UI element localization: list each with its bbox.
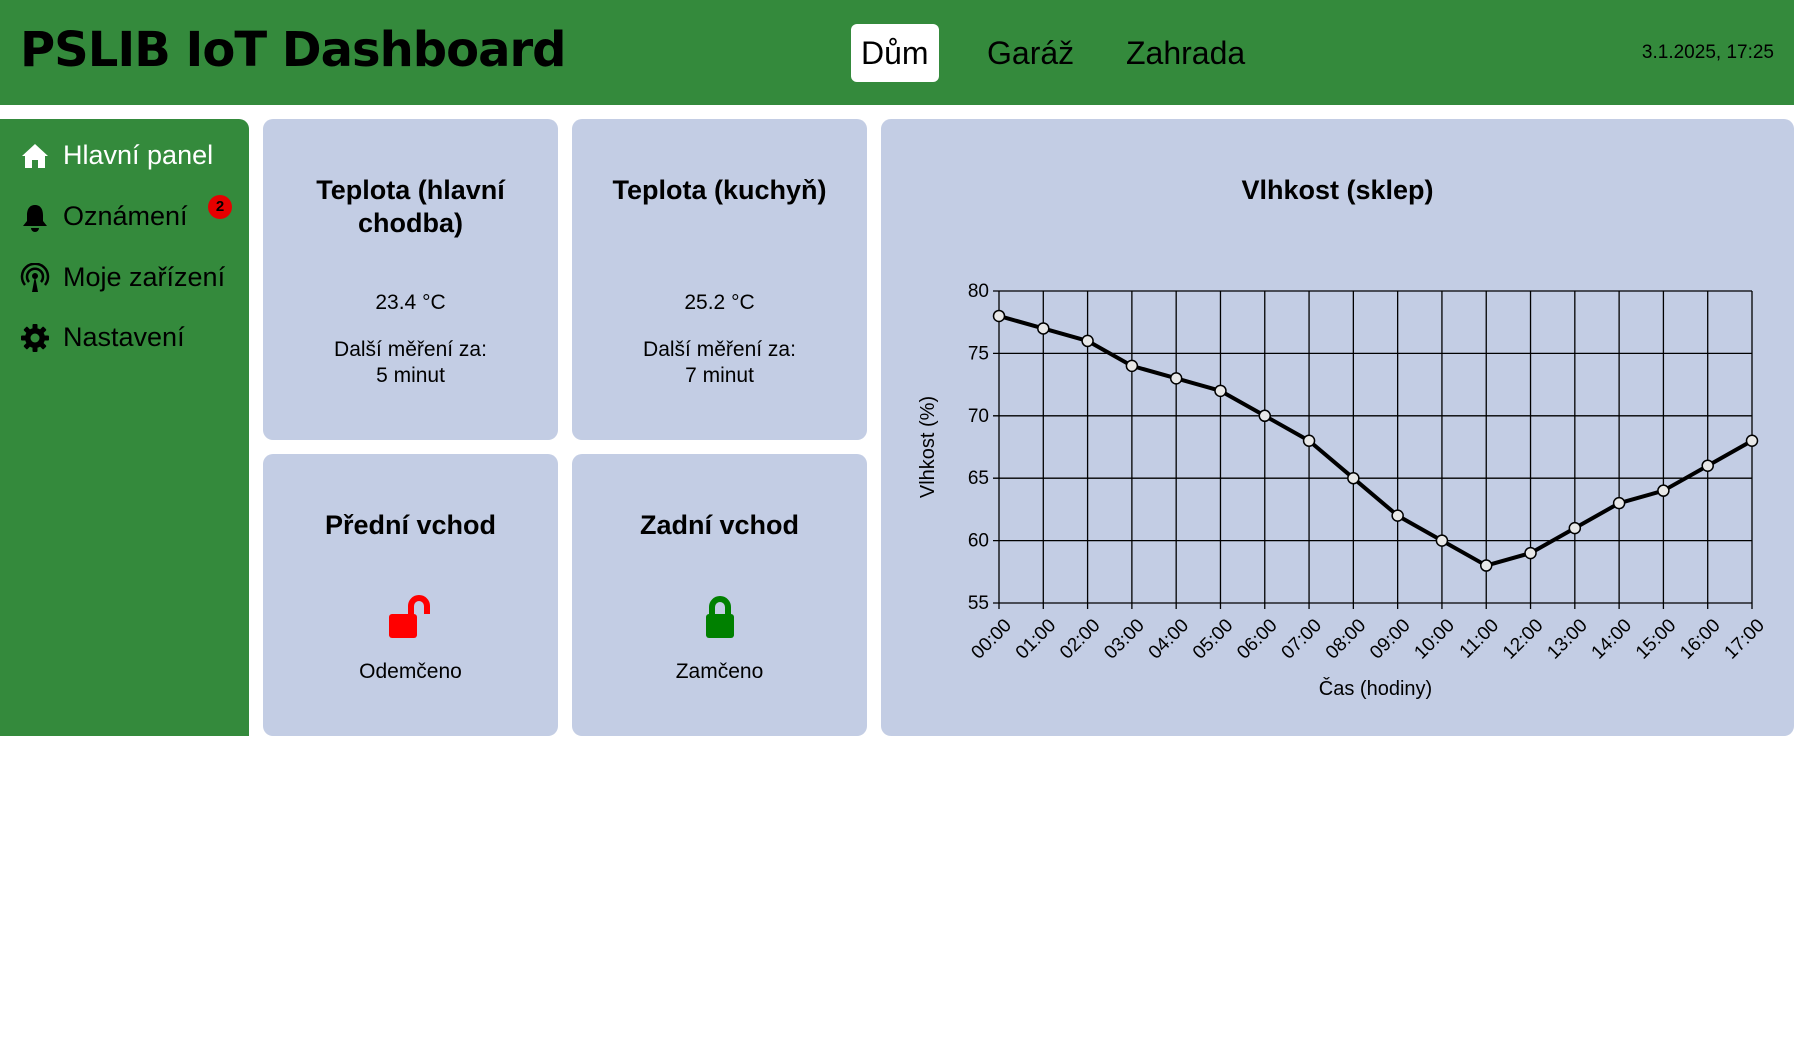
datetime-display: 3.1.2025, 17:25 — [1641, 42, 1774, 63]
door-status: Odemčeno — [359, 660, 462, 683]
x-tick-label: 07:00 — [1278, 615, 1326, 663]
sidebar-item-label: Oznámení — [63, 201, 188, 231]
data-point — [1169, 372, 1183, 385]
tab-garaz[interactable]: Garáž — [977, 24, 1084, 82]
tab-zahrada[interactable]: Zahrada — [1116, 24, 1255, 82]
card-title-line2: chodba) — [358, 208, 463, 238]
data-point — [1657, 484, 1670, 497]
x-axis-label: Čas (hodiny) — [1319, 677, 1432, 700]
x-tick-label: 16:00 — [1676, 615, 1724, 663]
next-measurement-label: Další měření za: — [643, 338, 796, 361]
card-title: Zadní vchod — [639, 510, 799, 540]
x-tick-label: 13:00 — [1543, 615, 1591, 663]
y-tick-label: 70 — [968, 406, 989, 427]
temperature-value: 23.4 °C — [375, 291, 446, 314]
data-point — [1258, 409, 1272, 423]
data-point — [1524, 546, 1537, 560]
data-point — [1479, 559, 1493, 572]
data-point — [1037, 322, 1050, 335]
x-tick-label: 11:00 — [1456, 615, 1503, 662]
data-point — [1081, 334, 1094, 348]
data-point — [1435, 534, 1449, 547]
data-point — [1125, 359, 1139, 373]
sidebar-item-moje-zarizeni[interactable]: Moje zařízení — [20, 258, 240, 298]
sidebar-item-label: Hlavní panel — [63, 140, 214, 170]
x-tick-label: 04:00 — [1145, 615, 1193, 663]
y-tick-label: 75 — [968, 343, 989, 364]
x-tick-label: 00:00 — [967, 615, 1015, 663]
y-tick-label: 60 — [968, 531, 989, 552]
antenna-icon — [20, 263, 50, 292]
card-back-door: Zadní vchod Zamčeno — [572, 454, 867, 736]
x-tick-label: 01:00 — [1012, 615, 1060, 663]
door-status: Zamčeno — [675, 660, 764, 683]
x-tick-label: 06:00 — [1233, 615, 1281, 663]
x-tick-label: 14:00 — [1588, 615, 1636, 663]
x-tick-label: 12:00 — [1499, 615, 1547, 663]
x-tick-label: 02:00 — [1056, 615, 1104, 663]
card-title: Teplota (kuchyň) — [612, 175, 827, 205]
app-title: PSLIB IoT Dashboard — [20, 22, 567, 78]
y-tick-label: 80 — [968, 281, 989, 302]
data-point — [1701, 459, 1714, 472]
data-point — [1568, 521, 1582, 535]
data-point — [1302, 434, 1316, 448]
card-humidity-chart: Vlhkost (sklep) 55 60 65 70 75 80 00:00 01:00 02… — [881, 119, 1794, 736]
x-tick-label: 15:00 — [1632, 615, 1680, 663]
lock-open-icon[interactable] — [387, 594, 435, 642]
lock-closed-icon[interactable] — [696, 594, 744, 642]
bell-icon — [23, 205, 47, 232]
data-point — [1391, 509, 1404, 522]
gear-icon — [21, 324, 49, 352]
next-measurement-value: 7 minut — [685, 364, 754, 387]
sidebar-item-label: Moje zařízení — [63, 262, 226, 292]
y-tick-label: 65 — [968, 468, 989, 489]
next-measurement-value: 5 minut — [376, 364, 445, 387]
x-tick-label: 05:00 — [1189, 615, 1237, 663]
x-tick-label: 10:00 — [1410, 615, 1458, 663]
data-point — [1612, 496, 1626, 510]
home-icon — [22, 144, 48, 168]
temperature-value: 25.2 °C — [684, 291, 755, 314]
next-measurement-label: Další měření za: — [334, 338, 487, 361]
humidity-line-chart: 55 60 65 70 75 80 00:0001:0002:0003:0004:0005:… — [917, 281, 1769, 700]
data-point — [1745, 434, 1759, 448]
notification-badge: 2 — [208, 195, 232, 219]
sidebar-item-oznameni[interactable]: Oznámení — [20, 197, 240, 237]
x-tick-label: 08:00 — [1322, 615, 1370, 663]
x-tick-label: 17:00 — [1720, 615, 1768, 663]
sidebar-item-hlavni-panel[interactable]: Hlavní panel — [20, 136, 240, 176]
card-title: Přední vchod — [324, 510, 497, 540]
data-point — [1214, 384, 1227, 398]
y-tick-label: 55 — [968, 593, 989, 614]
tab-dum[interactable]: Dům — [851, 24, 939, 82]
data-point — [1347, 471, 1360, 485]
top-bar: PSLIB IoT Dashboard Dům Garáž Zahrada 3.… — [0, 0, 1794, 105]
sidebar-item-nastaveni[interactable]: Nastavení — [20, 318, 240, 358]
x-tick-label: 09:00 — [1366, 615, 1414, 663]
sidebar-item-label: Nastavení — [63, 322, 185, 352]
card-temp-hall: Teplota (hlavní chodba) 23.4 °C Další mě… — [263, 119, 558, 440]
y-axis-label: Vlhkost (%) — [917, 396, 939, 498]
card-temp-kitchen: Teplota (kuchyň) 25.2 °C Další měření za… — [572, 119, 867, 440]
x-tick-label: 03:00 — [1100, 615, 1148, 663]
card-front-door: Přední vchod Odemčeno — [263, 454, 558, 736]
card-title: Teplota (hlavní — [316, 175, 505, 205]
data-point — [992, 309, 1006, 323]
